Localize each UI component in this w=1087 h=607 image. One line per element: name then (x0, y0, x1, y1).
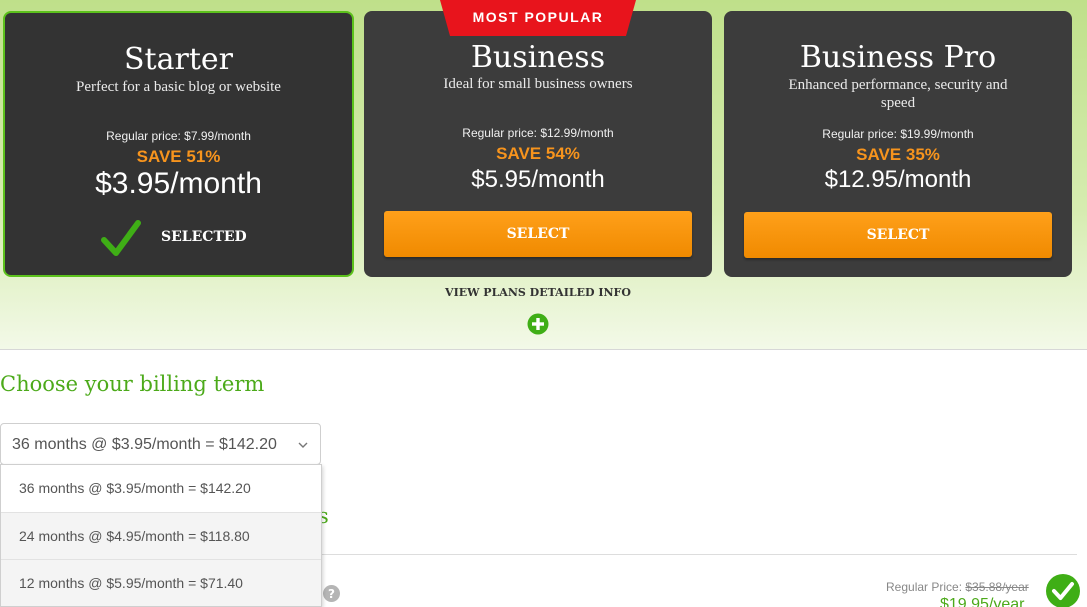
view-plans-link[interactable]: VIEW PLANS DETAILED INFO (438, 286, 638, 299)
plan-save-badge: SAVE 54% (496, 144, 580, 163)
billing-option-24-months[interactable]: 24 months @ $4.95/month = $118.80 (1, 512, 321, 559)
selected-indicator: SELECTED (5, 218, 352, 258)
ribbon-label: MOST POPULAR (472, 9, 604, 25)
regular-price-value: $35.88/year (965, 580, 1029, 594)
plan-save-badge: SAVE 35% (856, 145, 940, 164)
section-divider (322, 554, 1077, 555)
svg-text:?: ? (328, 587, 335, 601)
plan-name: Starter (124, 42, 233, 77)
plan-save-badge: SAVE 51% (136, 147, 221, 166)
addon-final-price: $19.95/year (940, 596, 1025, 607)
select-business-pro-button[interactable]: SELECT (744, 212, 1052, 258)
plan-card-business[interactable]: Business Ideal for small business owners… (364, 11, 712, 277)
plan-card-starter[interactable]: Starter Perfect for a basic blog or webs… (3, 11, 354, 277)
select-business-button[interactable]: SELECT (384, 211, 692, 257)
selected-label: SELECTED (161, 229, 247, 245)
plan-regular-price: Regular price: $12.99/month (462, 126, 614, 140)
regular-price-label: Regular Price: (886, 580, 963, 594)
plan-price: $5.95/month (471, 166, 605, 193)
plus-circle-icon[interactable] (527, 313, 549, 335)
billing-option-12-months[interactable]: 12 months @ $5.95/month = $71.40 (1, 559, 321, 606)
checkmark-icon (101, 220, 141, 256)
plan-card-business-pro[interactable]: Business Pro Enhanced performance, secur… (724, 11, 1072, 277)
plan-price: $3.95/month (95, 167, 262, 200)
plan-description: Ideal for small business owners (443, 76, 633, 92)
help-icon[interactable]: ? (323, 585, 340, 602)
plan-description: Enhanced performance, security and speed (788, 77, 1008, 111)
plan-name: Business (470, 40, 606, 75)
plan-description: Perfect for a basic blog or website (76, 79, 281, 95)
addon-regular-price: Regular Price: $35.88/year (886, 580, 1029, 594)
plan-name: Business Pro (799, 40, 997, 75)
check-circle-icon[interactable] (1046, 574, 1080, 607)
plan-price: $12.95/month (824, 166, 972, 193)
billing-term-select[interactable]: 36 months @ $3.95/month = $142.20 (0, 423, 321, 465)
billing-option-36-months[interactable]: 36 months @ $3.95/month = $142.20 (1, 465, 321, 512)
billing-term-selected-value: 36 months @ $3.95/month = $142.20 (12, 436, 277, 453)
plan-regular-price: Regular price: $19.99/month (822, 127, 974, 141)
plan-regular-price: Regular price: $7.99/month (106, 129, 251, 143)
billing-term-heading: Choose your billing term (0, 372, 265, 396)
chevron-down-icon (298, 442, 308, 448)
billing-term-dropdown: 36 months @ $3.95/month = $142.20 24 mon… (0, 464, 322, 607)
